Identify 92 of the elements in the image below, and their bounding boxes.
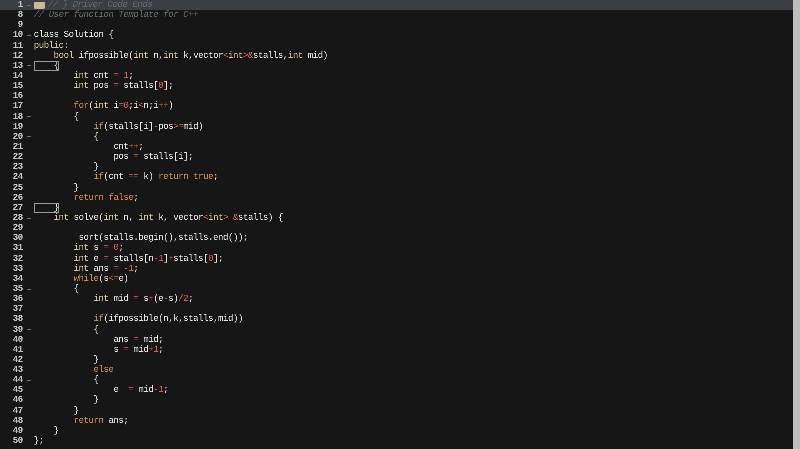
- code-line: int pos = stalls[0];: [72, 81, 174, 92]
- line-number: 35: [12, 284, 23, 294]
- code-line: return false;: [72, 192, 139, 203]
- line-number: 37: [12, 304, 23, 314]
- line-number: 15: [12, 81, 23, 92]
- line-number: 47: [12, 406, 23, 416]
- line-number: 11: [12, 40, 23, 51]
- fold-marker-icon[interactable]: [26, 115, 30, 118]
- code-line: s = mid+1;: [112, 344, 164, 355]
- line-number: 49: [12, 426, 23, 436]
- line-number: 22: [12, 152, 23, 162]
- line-number: 25: [12, 182, 23, 193]
- line-number: 34: [12, 274, 23, 284]
- folded-code-icon[interactable]: [34, 2, 45, 9]
- code-line: int mid = s+(e-s)/2;: [92, 294, 194, 304]
- fold-marker-icon[interactable]: [26, 328, 30, 332]
- code-line: {: [92, 324, 99, 335]
- line-number: 20: [12, 132, 23, 142]
- line-number: 26: [12, 192, 23, 203]
- line-number: 27: [12, 202, 23, 213]
- fold-marker-icon[interactable]: [26, 288, 30, 290]
- line-number: 13: [12, 60, 23, 71]
- line-number: 10: [12, 30, 23, 41]
- line-number: 17: [12, 101, 23, 112]
- fold-marker-icon[interactable]: [26, 135, 30, 138]
- fold-marker-icon[interactable]: [26, 64, 30, 68]
- line-number: 40: [12, 334, 23, 345]
- code-line: while(s<=e): [72, 274, 129, 284]
- line-number: 41: [12, 344, 23, 355]
- code-line: e = mid-1;: [112, 385, 169, 396]
- code-line: };: [34, 436, 44, 446]
- line-number: 43: [12, 365, 23, 376]
- code-line: pos = stalls[i];: [112, 152, 194, 162]
- code-line: class Solution {: [34, 30, 114, 41]
- fold-marker-icon[interactable]: [26, 34, 30, 37]
- code-line: cnt++;: [112, 142, 144, 152]
- line-number: 1: [17, 0, 23, 10]
- scrollbar[interactable]: [793, 0, 800, 449]
- line-number: 8: [17, 10, 23, 20]
- code-line: bool ifpossible(int n,int k,vector<int>&stalls,int mid): [52, 50, 328, 61]
- code-line: }: [92, 162, 99, 172]
- line-number: 48: [12, 416, 23, 426]
- code-line: }: [52, 426, 59, 436]
- line-number: 30: [12, 233, 23, 244]
- line-number: 38: [12, 314, 23, 325]
- line-number: 50: [12, 436, 23, 446]
- code-line: }: [72, 406, 79, 416]
- line-number: 31: [12, 243, 23, 254]
- line-number: 16: [12, 91, 23, 102]
- code-line: int ans = -1;: [72, 264, 139, 274]
- code-line: return ans;: [72, 416, 129, 426]
- line-number: 36: [12, 294, 23, 304]
- line-number: 45: [12, 385, 23, 396]
- code-line: int e = stalls[n-1]+stalls[0];: [72, 254, 224, 264]
- line-number: 12: [12, 50, 23, 61]
- line-number: 23: [12, 162, 23, 172]
- code-line: if(ifpossible(n,k,stalls,mid)): [92, 314, 244, 325]
- line-number: 46: [12, 395, 23, 406]
- code-line: {: [92, 375, 99, 386]
- code-line: int s = 0;: [72, 243, 124, 254]
- line-number: 19: [12, 122, 23, 132]
- code-line: int cnt = 1;: [72, 70, 134, 82]
- line-number: 39: [12, 324, 23, 335]
- code-line: int solve(int n, int k, vector<int> &stalls) {: [52, 212, 284, 224]
- code-line: }: [72, 182, 79, 193]
- code-line: ans = mid;: [112, 334, 164, 345]
- code-comment: // User function Template for C++: [34, 10, 198, 20]
- line-number: 29: [12, 223, 23, 234]
- fold-marker-icon[interactable]: [26, 378, 30, 382]
- code-line: sort(stalls.begin(),stalls.end());: [78, 233, 248, 244]
- line-number: 18: [12, 112, 23, 122]
- code-line: {: [72, 112, 79, 122]
- line-number: 44: [12, 375, 23, 386]
- line-number: 24: [12, 172, 23, 183]
- code-line: else: [92, 365, 114, 376]
- code-line: }: [92, 395, 99, 406]
- line-number: 9: [17, 20, 23, 30]
- code-line: if(stalls[i]-pos>=mid): [92, 122, 204, 132]
- line-number: 28: [12, 212, 23, 224]
- line-number: 32: [12, 254, 23, 264]
- fold-marker-icon[interactable]: [26, 216, 30, 220]
- code-line: if(cnt == k) return true;: [92, 172, 218, 183]
- line-number: 42: [12, 354, 23, 366]
- code-line: public:: [34, 40, 69, 51]
- code-line: }: [92, 354, 99, 366]
- line-number: 21: [12, 142, 23, 152]
- code-line: {: [92, 132, 99, 142]
- code-line: for(int i=0;i<n;i++): [72, 101, 174, 112]
- line-number: 14: [12, 70, 23, 82]
- fold-marker-icon[interactable]: [26, 4, 30, 7]
- code-line: {: [72, 284, 79, 294]
- line-number: 33: [12, 264, 23, 274]
